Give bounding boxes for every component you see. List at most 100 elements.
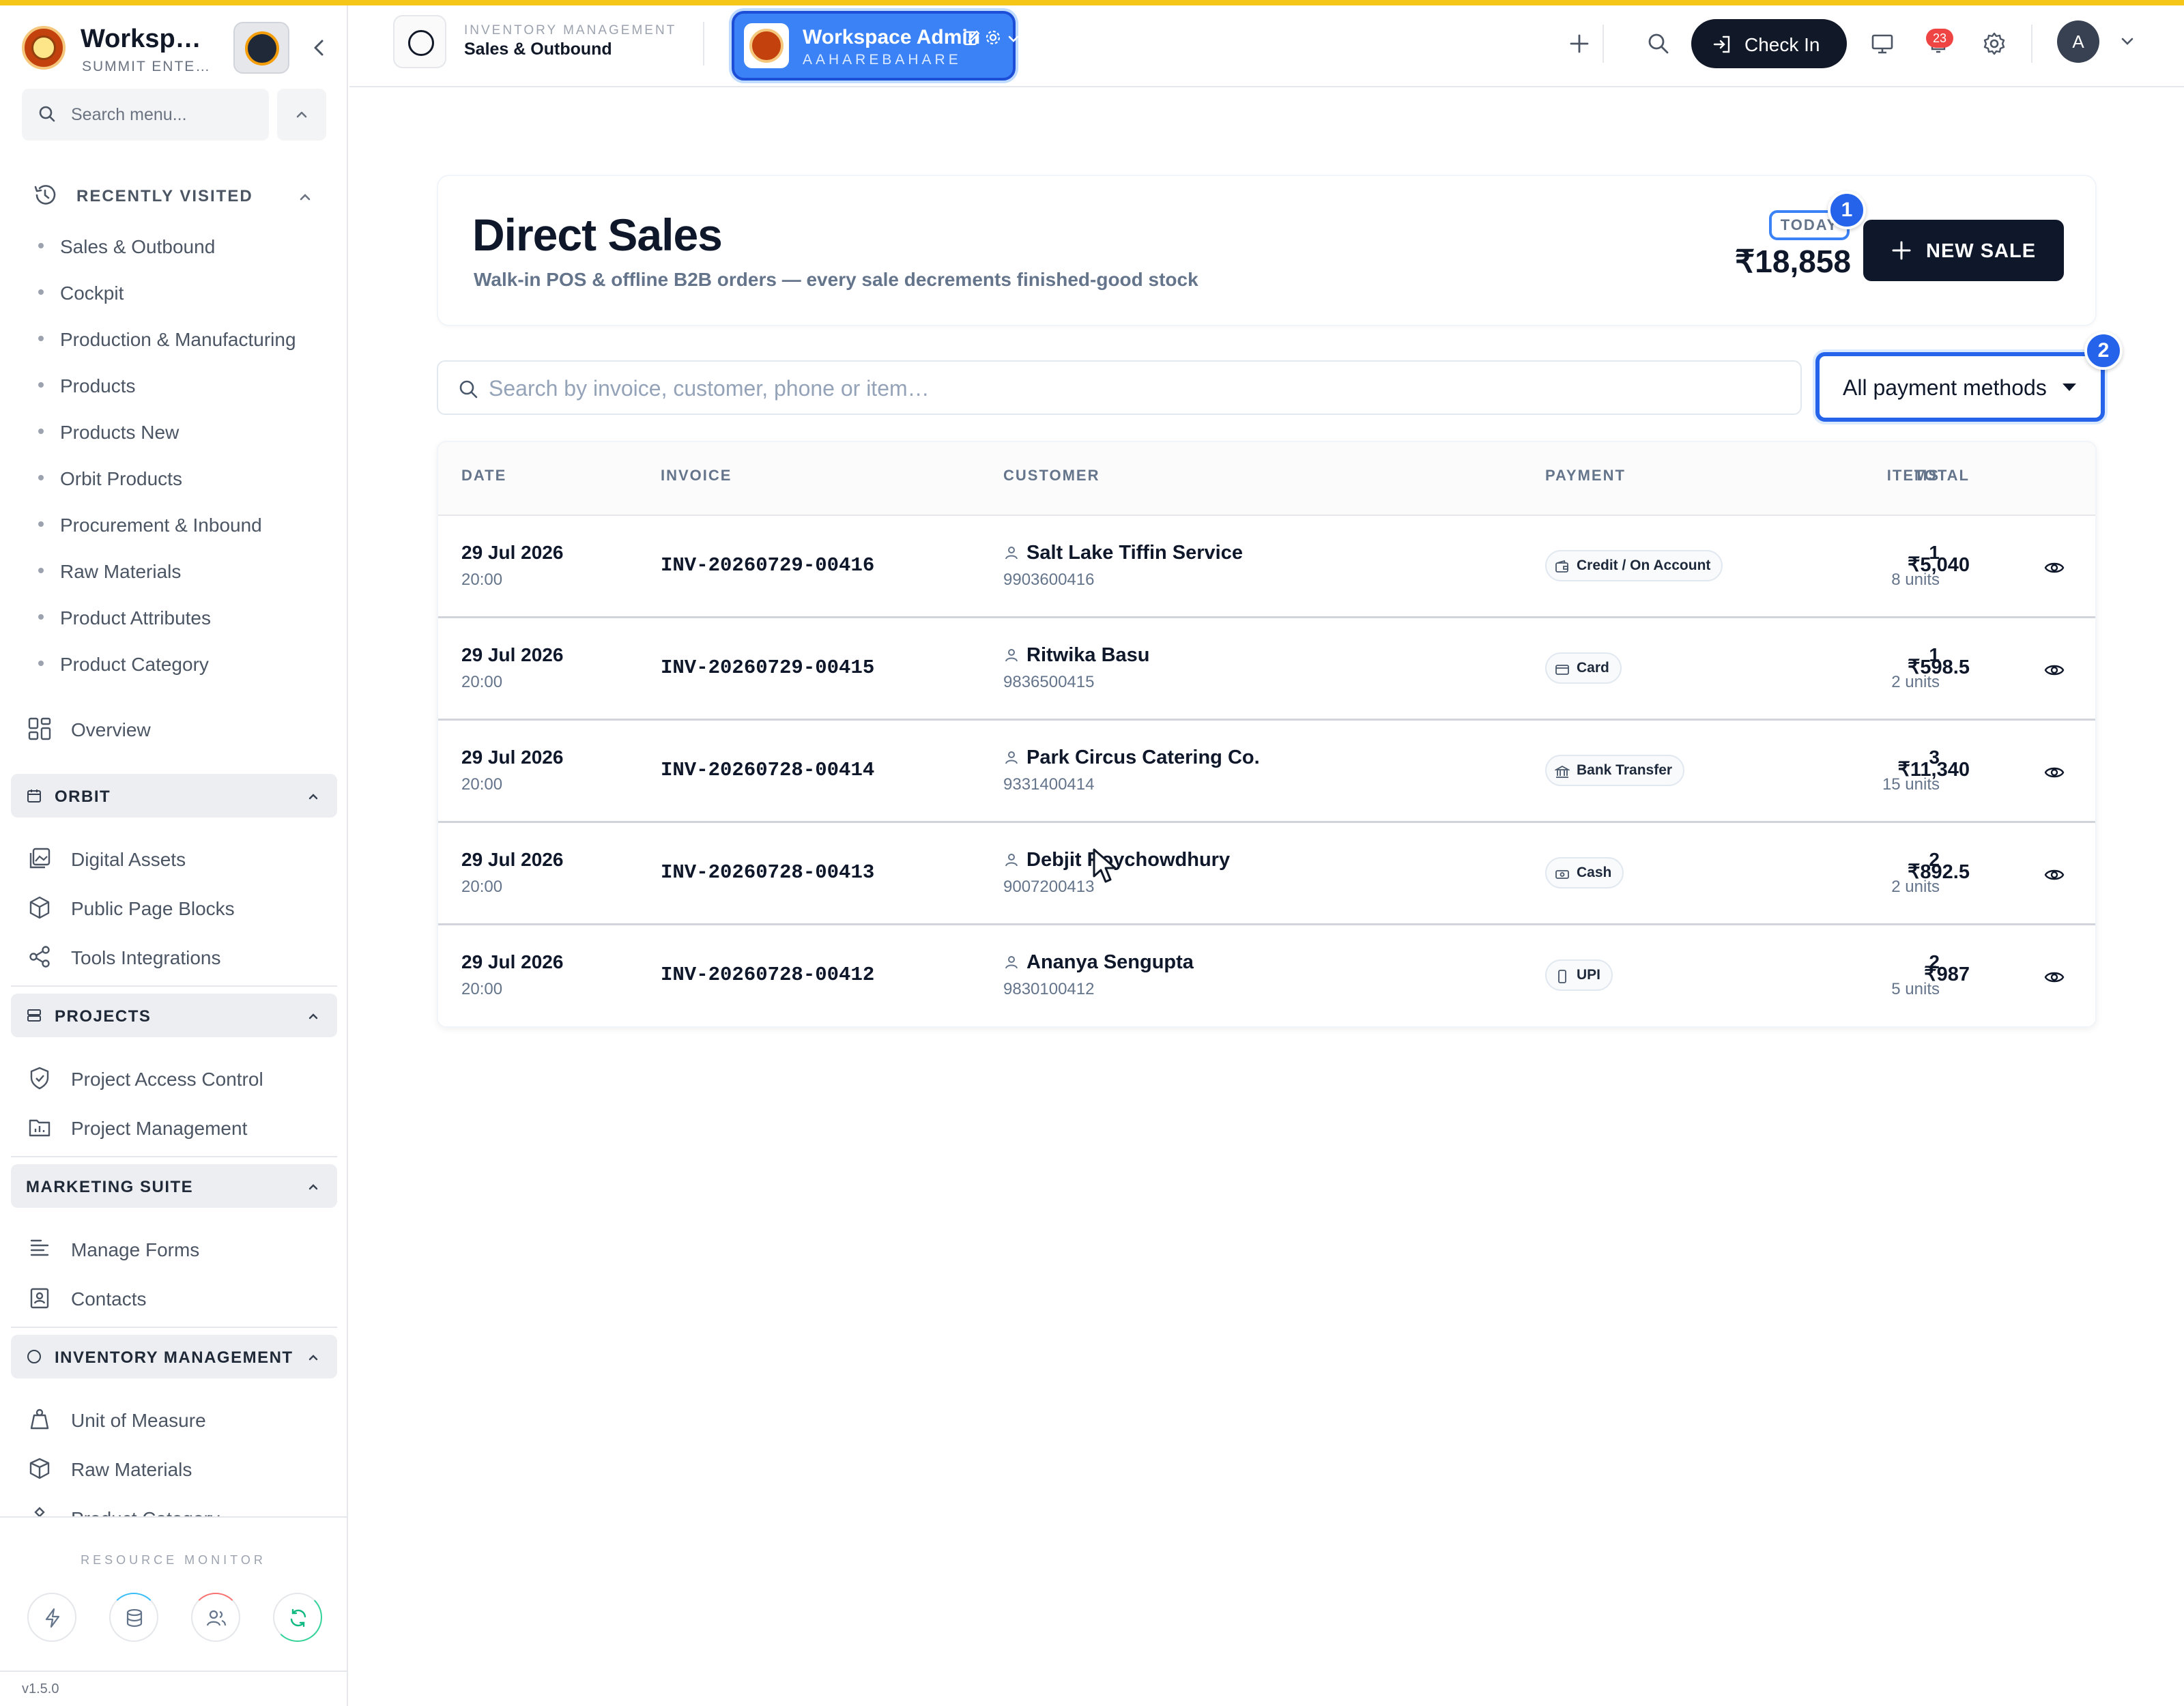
brand-header: Worksp… SUMMIT ENTE… <box>20 20 334 78</box>
user-menu-button[interactable] <box>2109 23 2150 64</box>
collapse-menu-button[interactable] <box>277 89 326 141</box>
eye-icon[interactable] <box>2043 557 2065 579</box>
row-payment-label: Cash <box>1577 865 1612 880</box>
cash-icon <box>1555 870 1569 879</box>
row-payment-badge: Credit / On Account <box>1545 550 1723 581</box>
sidebar-item-public-page-blocks[interactable]: Public Page Blocks <box>27 887 328 928</box>
sidebar-item-overview[interactable]: Overview <box>27 708 328 749</box>
recently-visited-header[interactable]: RECENTLY VISITED <box>31 179 318 213</box>
edit-icon[interactable] <box>962 29 980 46</box>
section-inventory-header[interactable]: INVENTORY MANAGEMENT <box>11 1335 337 1378</box>
recent-item-label: Product Attributes <box>60 607 212 628</box>
workspace-avatar-button[interactable] <box>233 22 289 74</box>
user-avatar[interactable]: A <box>2057 20 2099 63</box>
section-orbit-header[interactable]: ORBIT <box>11 774 337 818</box>
recent-item-products-new[interactable]: Products New <box>38 414 332 448</box>
recent-item-label: Production & Manufacturing <box>60 329 296 350</box>
sidebar-item-unit-of-measure[interactable]: Unit of Measure <box>27 1399 328 1440</box>
sales-search-field[interactable] <box>437 360 1802 415</box>
row-customer-phone: 9331400414 <box>1003 775 1095 794</box>
table-row[interactable]: 29 Jul 2026 20:00 INV-20260728-00412 Ana… <box>438 925 2095 1026</box>
table-row[interactable]: 29 Jul 2026 20:00 INV-20260728-00414 Par… <box>438 721 2095 823</box>
sidebar-item-manage-forms[interactable]: Manage Forms <box>27 1228 328 1269</box>
row-total: ₹987 <box>1924 964 1970 985</box>
table-row[interactable]: 29 Jul 2026 20:00 INV-20260728-00413 Deb… <box>438 823 2095 925</box>
row-invoice[interactable]: INV-20260728-00413 <box>661 861 874 884</box>
recent-item-label: Products <box>60 375 136 396</box>
recent-item-orbit-products[interactable]: Orbit Products <box>38 460 332 494</box>
recent-item-production[interactable]: Production & Manufacturing <box>38 321 332 355</box>
new-sale-button[interactable]: NEW SALE <box>1863 220 2064 281</box>
scale-icon <box>30 1408 49 1430</box>
eye-icon[interactable] <box>2043 659 2065 681</box>
table-row[interactable]: 29 Jul 2026 20:00 INV-20260729-00416 Sal… <box>438 516 2095 618</box>
row-customer-name: Debjit Roychowdhury <box>1026 849 1231 871</box>
sync-monitor-button[interactable] <box>273 1593 322 1642</box>
sidebar-item-raw-materials[interactable]: Raw Materials <box>27 1448 328 1489</box>
search-icon <box>1648 33 1669 54</box>
recent-item-sales-outbound[interactable]: Sales & Outbound <box>38 228 332 262</box>
recently-visited-label: RECENTLY VISITED <box>76 187 253 205</box>
column-invoice[interactable]: INVOICE <box>661 467 732 485</box>
sales-search-input[interactable] <box>489 371 1785 405</box>
recent-item-products[interactable]: Products <box>38 367 332 401</box>
column-customer[interactable]: CUSTOMER <box>1003 467 1100 485</box>
phone-icon <box>1558 970 1566 983</box>
row-customer-name: Ananya Sengupta <box>1026 951 1194 973</box>
sidebar-item-contacts[interactable]: Contacts <box>27 1277 328 1318</box>
settings-button[interactable] <box>1974 23 2015 64</box>
workspace-logo <box>744 23 789 68</box>
sidebar-item-tools-integrations[interactable]: Tools Integrations <box>27 936 328 977</box>
eye-icon[interactable] <box>2043 864 2065 886</box>
section-marketing-header[interactable]: MARKETING SUITE <box>11 1164 337 1208</box>
cube-icon <box>29 896 50 919</box>
eye-icon[interactable] <box>2043 762 2065 783</box>
chevron-up-icon <box>308 794 318 800</box>
row-invoice[interactable]: INV-20260728-00414 <box>661 759 874 781</box>
recent-item-product-category[interactable]: Product Category <box>38 646 332 680</box>
row-customer-phone: 9007200413 <box>1003 878 1095 896</box>
column-payment[interactable]: PAYMENT <box>1545 467 1626 485</box>
column-date[interactable]: DATE <box>461 467 506 485</box>
section-projects-header[interactable]: PROJECTS <box>11 994 337 1037</box>
workspace-switcher[interactable]: Workspace Admin AAHAREBAHARE <box>732 11 1019 81</box>
sidebar-item-project-access-control[interactable]: Project Access Control <box>27 1058 328 1099</box>
server-icon <box>27 1009 41 1022</box>
gear-icon[interactable] <box>984 29 1002 46</box>
gear-icon <box>1983 32 2005 55</box>
plus-icon <box>1892 241 1911 260</box>
recent-item-cockpit[interactable]: Cockpit <box>38 274 332 308</box>
row-invoice[interactable]: INV-20260729-00416 <box>661 554 874 577</box>
storage-monitor-button[interactable] <box>109 1593 158 1642</box>
users-monitor-button[interactable] <box>191 1593 240 1642</box>
payment-method-select[interactable]: All payment methods <box>1815 352 2105 422</box>
sidebar-search-input[interactable]: Search menu... <box>22 89 269 141</box>
display-button[interactable] <box>1862 23 1903 64</box>
row-invoice[interactable]: INV-20260729-00415 <box>661 656 874 679</box>
global-search-button[interactable] <box>1638 23 1679 64</box>
page-title: Direct Sales <box>472 209 723 260</box>
add-button[interactable] <box>1559 23 1600 64</box>
recent-item-label: Products New <box>60 422 179 443</box>
header-divider <box>1603 25 1604 63</box>
recent-item-product-attributes[interactable]: Product Attributes <box>38 599 332 633</box>
eye-icon[interactable] <box>2043 966 2065 988</box>
module-icon[interactable] <box>393 15 446 68</box>
sidebar-item-label: Project Access Control <box>71 1069 263 1090</box>
sidebar-item-project-management[interactable]: Project Management <box>27 1107 328 1148</box>
sidebar: Worksp… SUMMIT ENTE… Search menu... RECE… <box>0 5 348 1706</box>
check-in-button[interactable]: Check In <box>1691 19 1847 68</box>
table-row[interactable]: 29 Jul 2026 20:00 INV-20260729-00415 Rit… <box>438 618 2095 721</box>
column-total[interactable]: TOTAL <box>1888 467 1970 485</box>
chevron-down-icon[interactable] <box>1006 31 1021 46</box>
collapse-sidebar-icon[interactable] <box>306 34 333 61</box>
top-header: INVENTORY MANAGEMENT Sales & Outbound Wo… <box>349 5 2184 87</box>
recent-item-procurement[interactable]: Procurement & Inbound <box>38 506 332 540</box>
cpu-monitor-button[interactable] <box>27 1593 76 1642</box>
chevron-up-icon <box>308 1013 318 1020</box>
recent-item-raw-materials[interactable]: Raw Materials <box>38 553 332 587</box>
sidebar-item-digital-assets[interactable]: Digital Assets <box>27 838 328 879</box>
chevron-down-icon <box>2121 38 2133 45</box>
row-date: 29 Jul 2026 <box>461 644 564 665</box>
row-invoice[interactable]: INV-20260728-00412 <box>661 964 874 986</box>
